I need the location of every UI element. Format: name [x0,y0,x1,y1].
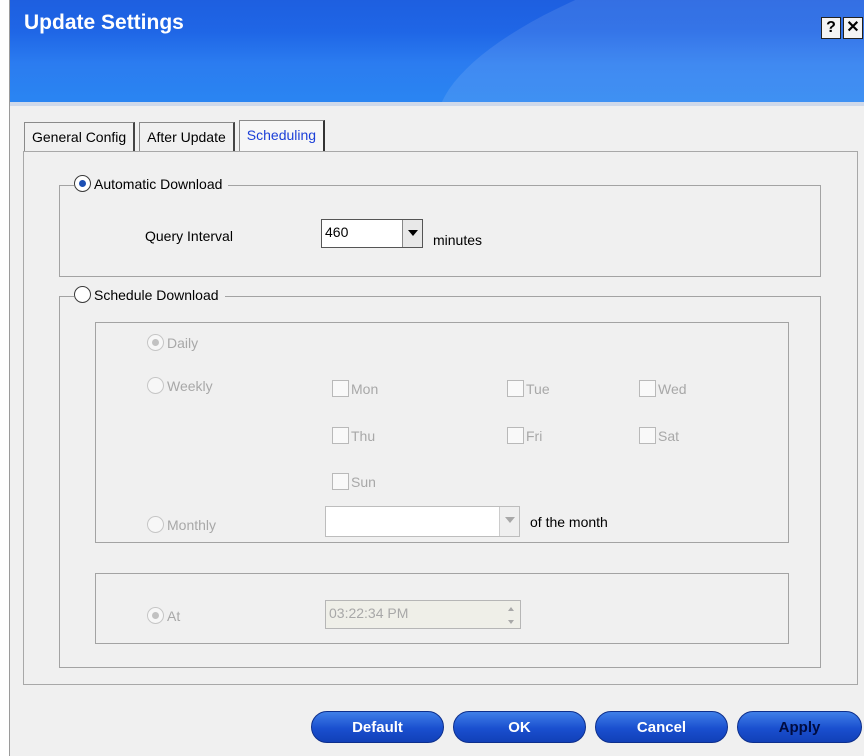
weekly-label: Weekly [167,377,213,394]
wed-label: Wed [658,380,687,397]
time-value: 03:22:34 PM [329,605,409,621]
ok-button[interactable]: OK [453,711,586,743]
mon-checkbox[interactable] [332,380,349,397]
at-option[interactable]: At [147,607,180,624]
tab-after-update[interactable]: After Update [139,122,235,152]
window-title: Update Settings [24,11,184,34]
monthly-radio[interactable] [147,516,164,533]
day-sat[interactable]: Sat [639,427,679,444]
daily-option[interactable]: Daily [147,334,198,351]
cancel-button[interactable]: Cancel [595,711,728,743]
query-interval-label: Query Interval [145,228,233,244]
day-sun[interactable]: Sun [332,473,376,490]
tue-checkbox[interactable] [507,380,524,397]
weekly-radio[interactable] [147,377,164,394]
tab-scheduling[interactable]: Scheduling [238,120,326,152]
close-button[interactable]: ✕ [843,17,863,39]
sat-label: Sat [658,427,680,444]
help-button[interactable]: ? [821,17,841,39]
scheduling-panel: Automatic Download Query Interval 460 mi… [23,151,858,685]
sun-checkbox[interactable] [332,473,349,490]
spin-down-icon[interactable] [508,620,514,624]
tab-strip: General Config After Update Scheduling [24,120,329,152]
schedule-download-label: Schedule Download [94,286,219,303]
monthly-label: Monthly [167,516,217,533]
day-mon[interactable]: Mon [332,380,378,397]
at-label: At [167,607,181,624]
day-wed[interactable]: Wed [639,380,687,397]
chevron-down-icon[interactable] [402,220,422,247]
automatic-download-radio[interactable] [74,175,91,192]
day-fri[interactable]: Fri [507,427,542,444]
automatic-download-option[interactable]: Automatic Download [74,175,229,192]
tue-label: Tue [526,380,550,397]
mon-label: Mon [351,380,379,397]
minutes-label: minutes [433,232,483,248]
daily-radio[interactable] [147,334,164,351]
query-interval-value: 460 [325,224,349,240]
thu-checkbox[interactable] [332,427,349,444]
apply-button[interactable]: Apply [737,711,862,743]
fri-checkbox[interactable] [507,427,524,444]
weekly-option[interactable]: Weekly [147,377,213,394]
fri-label: Fri [526,427,543,444]
day-tue[interactable]: Tue [507,380,550,397]
wed-checkbox[interactable] [639,380,656,397]
at-radio[interactable] [147,607,164,624]
monthly-day-select[interactable] [325,506,520,537]
day-thu[interactable]: Thu [332,427,375,444]
of-the-month-label: of the month [530,514,608,530]
tab-general-config[interactable]: General Config [24,122,136,152]
schedule-download-option[interactable]: Schedule Download [74,286,225,303]
time-spinner[interactable]: 03:22:34 PM [325,600,521,629]
sat-checkbox[interactable] [639,427,656,444]
thu-label: Thu [351,427,376,444]
schedule-download-radio[interactable] [74,286,91,303]
title-bar: Update Settings ? ✕ [10,0,864,106]
monthly-option[interactable]: Monthly [147,516,216,533]
query-interval-select[interactable]: 460 [321,219,423,248]
automatic-download-label: Automatic Download [94,175,223,192]
update-settings-window: Update Settings ? ✕ General Config After… [9,0,864,756]
sun-label: Sun [351,473,376,490]
spin-up-icon[interactable] [508,607,514,611]
default-button[interactable]: Default [311,711,444,743]
chevron-down-icon[interactable] [499,507,519,536]
daily-label: Daily [167,334,199,351]
